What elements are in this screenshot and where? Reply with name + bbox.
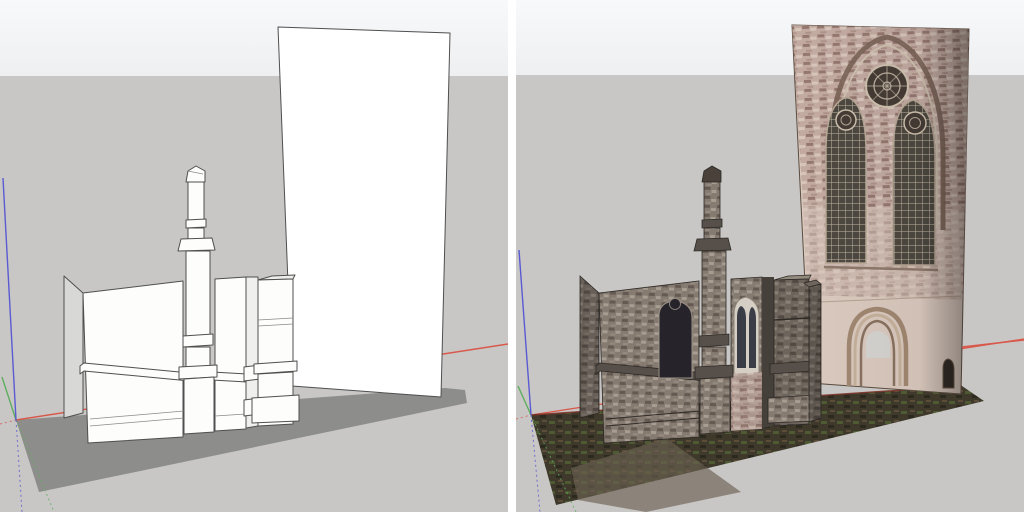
- pier-base-step: [252, 395, 299, 423]
- spire-shaft: [188, 228, 204, 239]
- spire-collar: [178, 238, 215, 251]
- wall-section-2[interactable]: [215, 277, 246, 431]
- spire-base: [184, 377, 214, 434]
- tall-facade-panel[interactable]: [278, 27, 450, 397]
- spire-base: [700, 377, 730, 434]
- spire-band: [186, 219, 206, 228]
- return-wall-side[interactable]: [64, 276, 83, 418]
- panel-divider: [508, 0, 516, 512]
- spire-collar: [694, 238, 731, 251]
- spire-shaft: [188, 182, 204, 220]
- return-wall-shade: [580, 276, 599, 418]
- gothic-window-dark: [659, 299, 692, 379]
- spire-shaft: [702, 347, 726, 367]
- rubble-infill: [731, 372, 762, 431]
- chapel-model[interactable]: [64, 275, 299, 443]
- spire-shaft: [186, 251, 210, 336]
- modeling-viewport-untextured[interactable]: [0, 0, 508, 512]
- spire-shaft: [704, 228, 720, 239]
- spire-shaft: [702, 251, 726, 336]
- viewport-comparison: [0, 0, 1024, 512]
- gothic-window-tracery: [734, 297, 759, 374]
- spire-band: [699, 334, 729, 347]
- spire-shaft: [704, 182, 720, 220]
- pier-base-step: [768, 395, 815, 423]
- spire-shaft: [186, 347, 210, 367]
- spire-band: [183, 334, 213, 347]
- spire-band: [702, 219, 722, 228]
- modeling-viewport-textured[interactable]: [516, 0, 1024, 512]
